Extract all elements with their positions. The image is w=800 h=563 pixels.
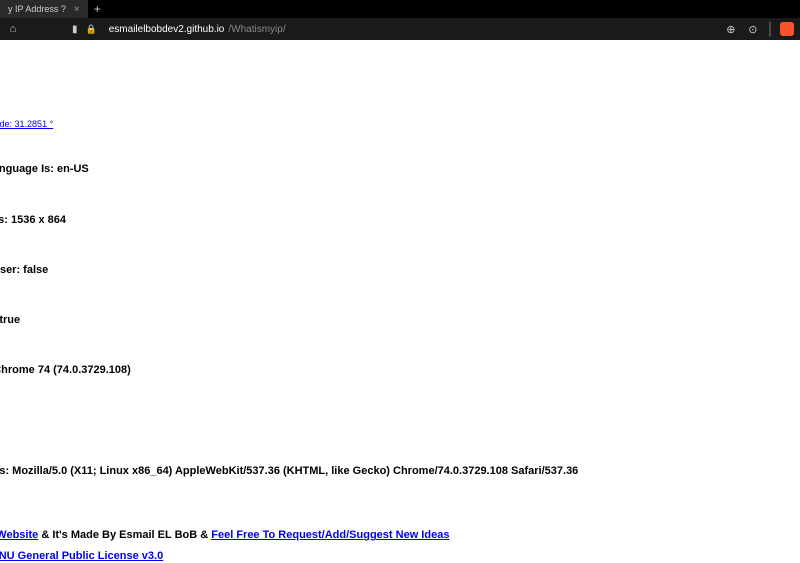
address-bar-row: ⌂ ▮ 🔒 esmailelbobdev2.github.io/Whatismy… (0, 18, 800, 40)
browser-chrome: y IP Address ? × + ⌂ ▮ 🔒 esmailelbobdev2… (0, 0, 800, 40)
tab-bar: y IP Address ? × + (0, 0, 800, 18)
brave-shield-icon[interactable] (780, 22, 794, 36)
browser-tab[interactable]: y IP Address ? × (0, 0, 88, 18)
new-tab-button[interactable]: + (88, 2, 107, 16)
target-icon[interactable]: ⊕ (724, 23, 738, 36)
home-icon[interactable]: ⌂ (6, 23, 20, 35)
mobile-user-line: bile User: false (0, 263, 800, 277)
longitude-link[interactable]: Longitude: 31.2851 ° (0, 119, 53, 129)
suggest-ideas-link[interactable]: Feel Free To Request/Add/Suggest New Ide… (211, 529, 449, 541)
browser-info-line: r Is: Chrome 74 (74.0.3729.108) (0, 363, 800, 377)
ip-value: 40 (0, 68, 800, 82)
right-icons: ⊕ ⊙ | (724, 20, 794, 38)
close-icon[interactable]: × (74, 4, 80, 15)
user-agent-line: gent Is: Mozilla/5.0 (X11; Linux x86_64)… (0, 464, 800, 478)
search-icon[interactable]: ⊙ (746, 23, 760, 36)
bookmark-icon[interactable]: ▮ (72, 24, 78, 35)
url-bar[interactable]: esmailelbobdev2.github.io/Whatismyip/ (105, 22, 716, 37)
url-host: esmailelbobdev2.github.io (109, 24, 225, 35)
tab-title: y IP Address ? (8, 4, 66, 14)
ip-label: IP Is: (0, 48, 800, 62)
os-line: Linux (0, 414, 800, 428)
source-website-link[interactable]: urce Website (0, 529, 38, 541)
footer-line-2: der GNU General Public License v3.0 (0, 549, 800, 563)
enabled-line: bled: true (0, 313, 800, 327)
url-path: /Whatismyip/ (228, 24, 285, 35)
language-line: r's Language Is: en-US (0, 162, 800, 176)
screen-size-line: Size Is: 1536 x 864 (0, 213, 800, 227)
location-line: Longitude: 31.2851 ° (0, 119, 800, 131)
license-link[interactable]: der GNU General Public License v3.0 (0, 550, 163, 562)
lock-icon: 🔒 (86, 24, 97, 35)
footer-line-1: urce Website & It's Made By Esmail EL Bo… (0, 528, 800, 542)
page-content: IP Is: 40 Longitude: 31.2851 ° r's Langu… (0, 40, 800, 563)
footer-text-1: & It's Made By Esmail EL BoB & (38, 529, 211, 541)
